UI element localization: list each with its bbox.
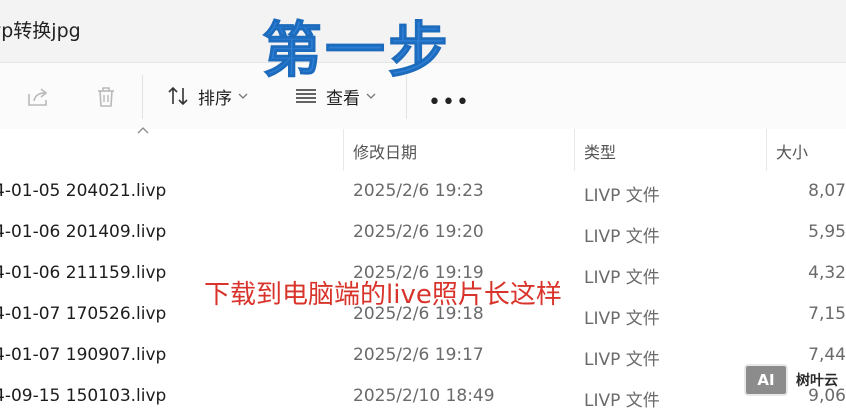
column-separator [574,129,575,171]
column-header-size[interactable]: 大小 [776,139,808,163]
file-type: LIVP 文件 [584,309,660,329]
file-name: 4-01-05 204021.livp [0,181,167,201]
more-options-button[interactable]: ••• [428,90,470,115]
column-header: 修改日期 类型 大小 [0,129,846,171]
sort-ascending-icon [137,127,149,134]
watermark-logo: AI [744,364,788,396]
sort-button[interactable]: 排序 [166,81,248,111]
file-name: 4-01-06 201409.livp [0,222,167,242]
file-name: 4-09-15 150103.livp [0,386,167,406]
sort-icon [168,86,188,106]
column-separator [766,129,767,171]
file-size: 8,07 [808,181,846,201]
file-modified-date: 2025/2/6 19:20 [353,222,484,242]
column-separator [343,129,344,171]
file-size: 4,32 [808,263,846,283]
file-modified-date: 2025/2/6 19:23 [353,181,484,201]
file-size: 5,95 [808,222,846,242]
step-title-overlay: 第一步 [262,16,451,87]
file-name: 4-01-07 190907.livp [0,345,167,365]
delete-icon[interactable] [93,84,119,110]
column-header-date[interactable]: 修改日期 [353,139,417,163]
file-type: LIVP 文件 [584,227,660,247]
share-icon[interactable] [25,84,51,110]
file-size: 7,44 [808,345,846,365]
window-title: vp转换jpg [0,20,81,42]
file-size: 7,15 [808,304,846,324]
toolbar-separator [142,75,143,119]
chevron-down-icon [238,93,248,99]
file-row[interactable]: 4-01-06 201409.livp 2025/2/6 19:20 LIVP 文件… [0,214,846,254]
file-row[interactable]: 4-01-07 190907.livp 2025/2/6 19:17 LIVP 文件… [0,337,846,377]
file-type: LIVP 文件 [584,268,660,288]
file-row[interactable]: 4-09-15 150103.livp 2025/2/10 18:49 LIVP 文… [0,378,846,409]
file-type: LIVP 文件 [584,186,660,206]
watermark-text: 树叶云 [796,373,838,389]
watermark: AI 树叶云 [744,364,838,396]
column-header-type[interactable]: 类型 [584,139,616,163]
sort-label: 排序 [198,88,232,109]
file-type: LIVP 文件 [584,391,660,409]
file-modified-date: 2025/2/10 18:49 [353,386,495,406]
file-name: 4-01-06 211159.livp [0,263,167,283]
caption-overlay: 下载到电脑端的live照片长这样 [204,280,562,310]
chevron-down-icon [366,93,376,99]
file-type: LIVP 文件 [584,350,660,370]
file-modified-date: 2025/2/6 19:17 [353,345,484,365]
file-row[interactable]: 4-01-05 204021.livp 2025/2/6 19:23 LIVP 文件… [0,173,846,213]
file-name: 4-01-07 170526.livp [0,304,167,324]
